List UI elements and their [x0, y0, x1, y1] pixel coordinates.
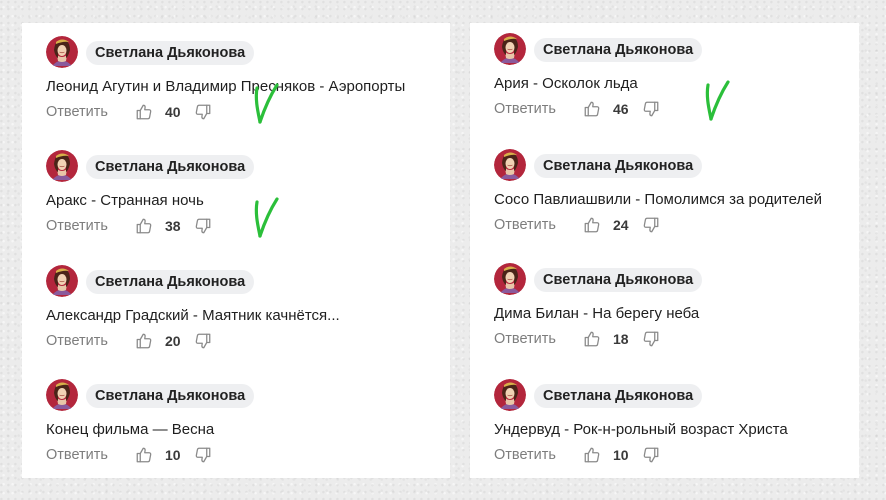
author-name[interactable]: Светлана Дьяконова — [534, 268, 703, 292]
thumbs-up-icon[interactable] — [583, 216, 601, 234]
thumbs-up-icon[interactable] — [135, 332, 153, 350]
like-count: 46 — [613, 101, 629, 117]
avatar[interactable] — [46, 379, 78, 411]
comment-item: Светлана Дьяконова Ундервуд - Рок-н-роль… — [494, 379, 874, 469]
comment-actions: Ответить 38 — [46, 216, 212, 236]
thumbs-up-icon[interactable] — [583, 330, 601, 348]
author-name[interactable]: Светлана Дьяконова — [534, 384, 703, 408]
green-check-mark-icon — [254, 197, 279, 238]
thumbs-down-icon[interactable] — [642, 100, 660, 118]
reply-button[interactable]: Ответить — [494, 331, 583, 347]
comment-actions: Ответить 10 — [494, 445, 660, 465]
like-count: 40 — [165, 104, 181, 120]
like-count: 38 — [165, 218, 181, 234]
reply-button[interactable]: Ответить — [46, 333, 135, 349]
comment-item: Светлана Дьяконова Конец фильма — Весна … — [46, 379, 426, 469]
green-check-mark-icon — [254, 83, 279, 124]
thumbs-down-icon[interactable] — [642, 216, 660, 234]
avatar[interactable] — [494, 149, 526, 181]
comment-text: Леонид Агутин и Владимир Пресняков - Аэр… — [46, 78, 406, 95]
thumbs-up-icon[interactable] — [135, 217, 153, 235]
author-name[interactable]: Светлана Дьяконова — [534, 154, 703, 178]
comment-item: Светлана Дьяконова Ария - Осколок льда О… — [494, 33, 874, 123]
comment-text: Конец фильма — Весна — [46, 421, 215, 438]
author-name[interactable]: Светлана Дьяконова — [86, 155, 255, 179]
comment-item: Светлана Дьяконова Дима Билан - На берег… — [494, 263, 874, 353]
thumbs-down-icon[interactable] — [194, 103, 212, 121]
thumbs-up-icon[interactable] — [135, 446, 153, 464]
reply-button[interactable]: Ответить — [46, 447, 135, 463]
green-check-mark-icon — [705, 80, 730, 121]
comment-text: Ундервуд - Рок-н-рольный возраст Христа — [494, 421, 788, 438]
comment-actions: Ответить 40 — [46, 102, 212, 122]
thumbs-up-icon[interactable] — [583, 446, 601, 464]
avatar[interactable] — [46, 150, 78, 182]
thumbs-down-icon[interactable] — [642, 446, 660, 464]
comment-text: Ария - Осколок льда — [494, 75, 638, 92]
like-count: 24 — [613, 217, 629, 233]
comment-text: Аракс - Странная ночь — [46, 192, 204, 209]
comment-item: Светлана Дьяконова Аракс - Странная ночь… — [46, 150, 426, 240]
comment-text: Александр Градский - Маятник качнётся... — [46, 307, 340, 324]
avatar[interactable] — [46, 265, 78, 297]
thumbs-down-icon[interactable] — [194, 217, 212, 235]
reply-button[interactable]: Ответить — [494, 217, 583, 233]
like-count: 10 — [613, 447, 629, 463]
author-name[interactable]: Светлана Дьяконова — [86, 270, 255, 294]
comment-actions: Ответить 18 — [494, 329, 660, 349]
thumbs-down-icon[interactable] — [194, 332, 212, 350]
comment-actions: Ответить 20 — [46, 331, 212, 351]
comment-actions: Ответить 46 — [494, 99, 660, 119]
comment-item: Светлана Дьяконова Сосо Павлиашвили - По… — [494, 149, 874, 239]
reply-button[interactable]: Ответить — [46, 218, 135, 234]
avatar[interactable] — [494, 263, 526, 295]
author-name[interactable]: Светлана Дьяконова — [86, 41, 255, 65]
comment-actions: Ответить 10 — [46, 445, 212, 465]
thumbs-down-icon[interactable] — [194, 446, 212, 464]
reply-button[interactable]: Ответить — [46, 104, 135, 120]
reply-button[interactable]: Ответить — [494, 447, 583, 463]
avatar[interactable] — [494, 379, 526, 411]
comment-text: Сосо Павлиашвили - Помолимся за родителе… — [494, 191, 822, 208]
comment-actions: Ответить 24 — [494, 215, 660, 235]
author-name[interactable]: Светлана Дьяконова — [86, 384, 255, 408]
comments-panel-right: Светлана Дьяконова Ария - Осколок льда О… — [470, 23, 859, 478]
avatar[interactable] — [46, 36, 78, 68]
avatar[interactable] — [494, 33, 526, 65]
thumbs-up-icon[interactable] — [135, 103, 153, 121]
like-count: 18 — [613, 331, 629, 347]
comments-panel-left: Светлана Дьяконова Леонид Агутин и Влади… — [22, 23, 450, 478]
like-count: 20 — [165, 333, 181, 349]
author-name[interactable]: Светлана Дьяконова — [534, 38, 703, 62]
reply-button[interactable]: Ответить — [494, 101, 583, 117]
thumbs-down-icon[interactable] — [642, 330, 660, 348]
comment-item: Светлана Дьяконова Леонид Агутин и Влади… — [46, 36, 426, 126]
comment-item: Светлана Дьяконова Александр Градский - … — [46, 265, 426, 355]
comment-text: Дима Билан - На берегу неба — [494, 305, 700, 322]
like-count: 10 — [165, 447, 181, 463]
thumbs-up-icon[interactable] — [583, 100, 601, 118]
